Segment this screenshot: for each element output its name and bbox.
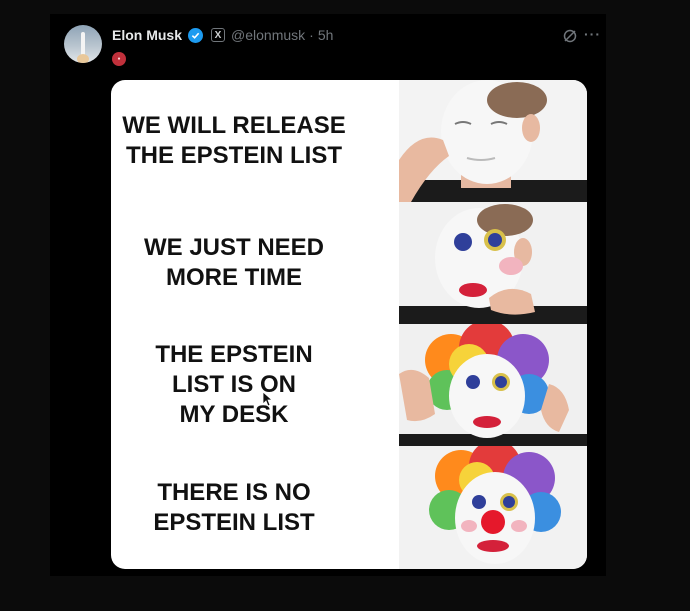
author-handle[interactable]: @elonmusk: [231, 27, 305, 43]
meme-panel-4: THERE IS NO EPSTEIN LIST: [111, 446, 587, 569]
meme-panel-1: WE WILL RELEASE THE EPSTEIN LIST: [111, 80, 587, 202]
clown-stage-4-image: [399, 446, 587, 569]
clown-stage-3-image: [399, 324, 587, 446]
meme-image[interactable]: WE WILL RELEASE THE EPSTEIN LIST WE JUST…: [111, 80, 587, 569]
meme-caption-2: WE JUST NEED MORE TIME: [143, 234, 325, 291]
mouse-cursor-icon: [262, 391, 274, 407]
header-separator: ·: [309, 27, 314, 43]
emoji-badge-icon: ●: [112, 52, 126, 66]
meme-panel-2: WE JUST NEED MORE TIME: [111, 202, 587, 324]
meme-caption-3: THE EPSTEIN LIST IS ON MY DESK: [155, 341, 313, 428]
x-affiliation-icon[interactable]: X: [211, 28, 226, 42]
meme-caption-1: WE WILL RELEASE THE EPSTEIN LIST: [122, 112, 346, 169]
tweet-header: Elon Musk X @elonmusk · 5h: [112, 27, 333, 43]
more-options-icon[interactable]: ···: [584, 26, 601, 42]
clown-stage-2-image: [399, 202, 587, 324]
avatar[interactable]: [64, 25, 102, 63]
meme-caption-4: THERE IS NO EPSTEIN LIST: [153, 478, 315, 536]
verified-badge-icon: [188, 27, 204, 43]
grok-icon[interactable]: [562, 28, 578, 44]
meme-panel-3: THE EPSTEIN LIST IS ON MY DESK: [111, 324, 587, 446]
clown-stage-1-image: [399, 80, 587, 202]
tweet-card[interactable]: Elon Musk X @elonmusk · 5h ● ··· WE WILL…: [50, 14, 606, 576]
timestamp[interactable]: 5h: [318, 27, 334, 43]
rocket-graphic: [81, 32, 85, 56]
author-name[interactable]: Elon Musk: [112, 27, 182, 43]
rocket-plume-graphic: [77, 54, 89, 63]
